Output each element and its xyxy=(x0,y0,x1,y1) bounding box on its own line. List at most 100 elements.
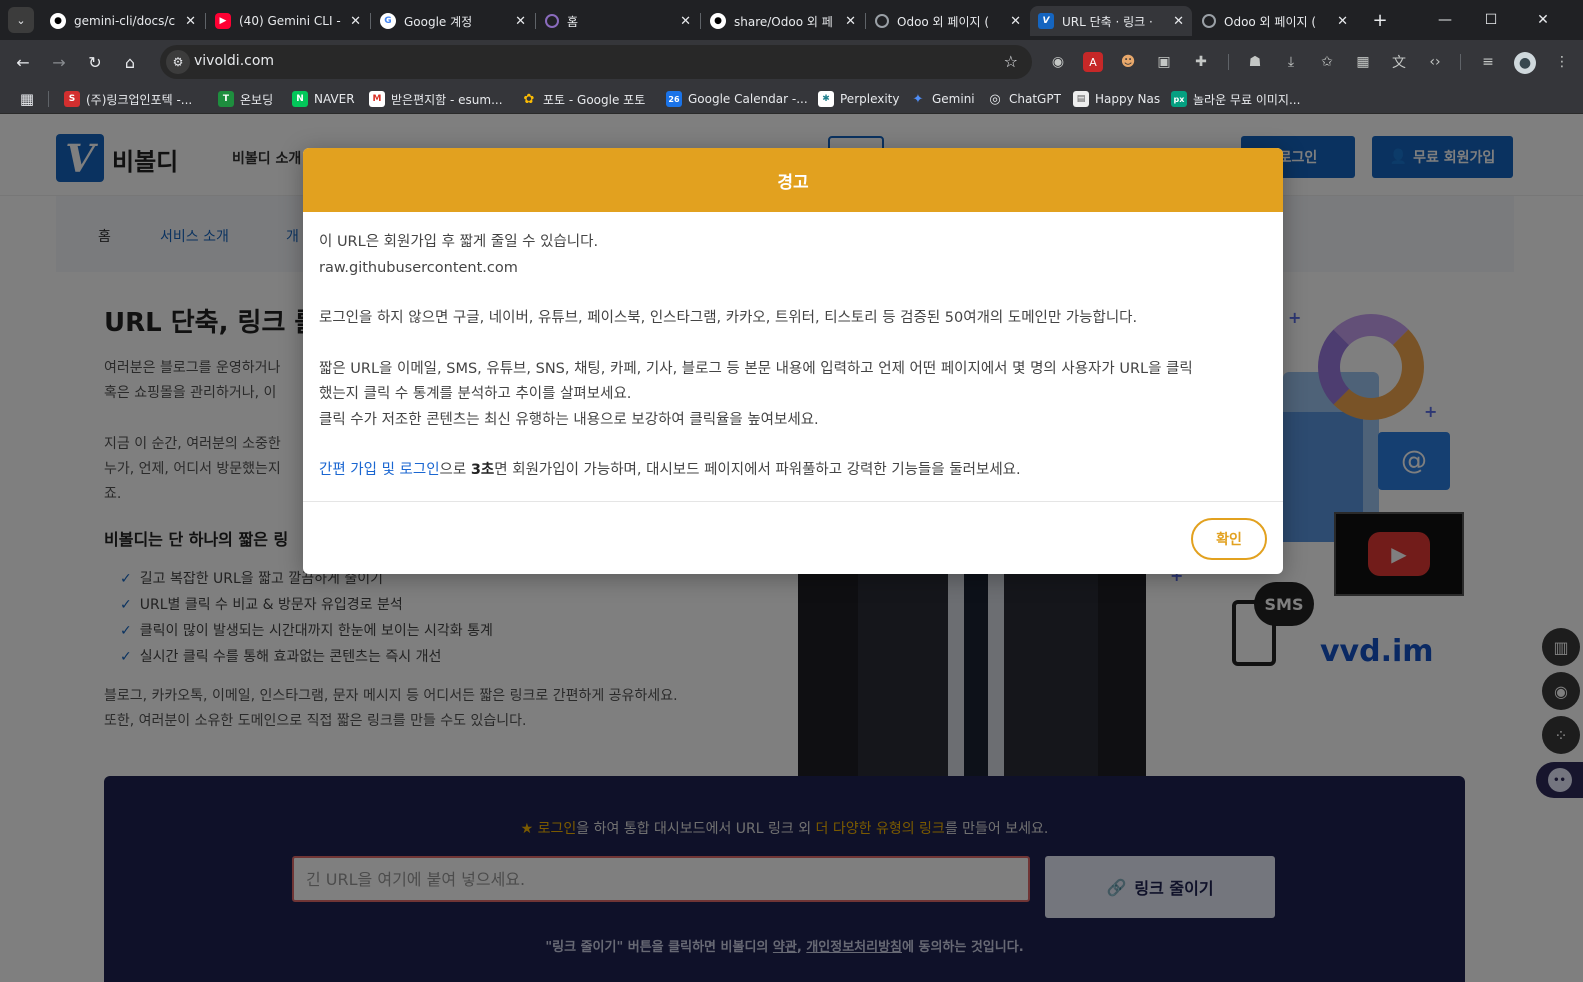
bookmark-label: 놀라운 무료 이미지... xyxy=(1193,92,1301,107)
camera-extension-icon[interactable]: ◉ xyxy=(1048,52,1068,72)
tab-title: share/Odoo 외 페 xyxy=(734,14,833,29)
bookmark-gemini[interactable]: ✦ Gemini xyxy=(910,90,975,108)
bookmark-naver[interactable]: N NAVER xyxy=(292,90,355,108)
bookmark-linkup[interactable]: S (주)링크업인포텍 -... xyxy=(64,90,192,108)
modal-bold: 3초 xyxy=(470,462,495,478)
circle-icon xyxy=(545,14,559,28)
tab-search-icon[interactable]: ⌄ xyxy=(8,7,34,33)
bookmark-google-photos[interactable]: ✿ 포토 - Google 포토 xyxy=(521,90,646,108)
modal-line: 로그인을 하지 않으면 구글, 네이버, 유튜브, 페이스북, 인스타그램, 카… xyxy=(319,310,1138,326)
tab-2[interactable]: ▶ (40) Gemini CLI - ✕ xyxy=(207,6,369,36)
qr-code-icon[interactable]: ▦ xyxy=(1353,52,1373,72)
tab-6[interactable]: Odoo 외 페이지 ( ✕ xyxy=(867,6,1029,36)
tab-separator xyxy=(370,13,371,29)
bookmark-chatgpt[interactable]: ◎ ChatGPT xyxy=(987,90,1061,108)
bookmark-onboarding[interactable]: T 온보딩 xyxy=(218,90,273,108)
page-viewport: V 비볼디 비볼디 소개 로그인 👤 무료 회원가입 홈 서비스 소개 개 UR… xyxy=(0,114,1583,982)
record-extension-icon[interactable]: ▣ xyxy=(1154,52,1174,72)
extensions-puzzle-icon[interactable]: ✚ xyxy=(1191,52,1211,72)
bookmark-star-icon[interactable]: ☆ xyxy=(1004,52,1018,71)
bookmark-label: Google Calendar -... xyxy=(688,92,808,106)
photos-icon: ✿ xyxy=(523,91,535,107)
bookmark-label: ChatGPT xyxy=(1009,92,1061,106)
pexels-icon: px xyxy=(1171,91,1187,107)
tab-3[interactable]: G Google 계정 ✕ xyxy=(372,6,534,36)
reading-list-icon[interactable]: ≡ xyxy=(1478,52,1498,72)
tab-7-active[interactable]: V URL 단축 · 링크 · ✕ xyxy=(1030,6,1192,36)
gemini-icon: ✦ xyxy=(912,91,924,107)
naver-icon: N xyxy=(292,91,308,107)
code-icon[interactable]: ‹› xyxy=(1425,52,1445,72)
tab-title: (40) Gemini CLI - xyxy=(239,14,341,28)
bookmark-google-calendar[interactable]: 26 Google Calendar -... xyxy=(666,90,808,108)
vivoldi-icon: V xyxy=(1038,13,1054,29)
bookmark-label: Gemini xyxy=(932,92,975,106)
pdf-extension-icon[interactable]: A xyxy=(1083,52,1103,72)
close-icon[interactable]: ✕ xyxy=(1337,14,1348,29)
home-icon[interactable]: ⌂ xyxy=(116,48,144,76)
profile-avatar[interactable]: ● xyxy=(1514,52,1536,74)
tab-1[interactable]: ● gemini-cli/docs/c ✕ xyxy=(42,6,204,36)
new-tab-button[interactable]: + xyxy=(1368,8,1392,32)
back-icon[interactable]: ← xyxy=(9,48,37,76)
bookmark-label: NAVER xyxy=(314,92,355,106)
youtube-icon: ▶ xyxy=(215,13,231,29)
perplexity-icon: ✱ xyxy=(818,91,834,107)
incognito-icon[interactable]: ☗ xyxy=(1245,52,1265,72)
nas-icon: ▤ xyxy=(1073,91,1089,107)
tab-separator xyxy=(700,13,701,29)
tab-title: URL 단축 · 링크 · xyxy=(1062,14,1153,29)
modal-line: 했는지 클릭 수 통계를 분석하고 추이를 살펴보세요. xyxy=(319,386,632,402)
bookmark-inbox[interactable]: M 받은편지함 - esum... xyxy=(369,90,503,108)
browser-toolbar: ← → ↻ ⌂ ⚙ vivoldi.com ☆ ◉ A ☻ ▣ ✚ ☗ ⤓ ✩ … xyxy=(0,40,1583,84)
close-icon[interactable]: ✕ xyxy=(1010,14,1021,29)
translate-icon[interactable]: 文 xyxy=(1389,52,1409,72)
apps-grid-icon[interactable]: ▦ xyxy=(18,90,36,108)
bookmark-separator xyxy=(48,91,49,107)
close-icon[interactable]: ✕ xyxy=(680,14,691,29)
tab-4[interactable]: 홈 ✕ xyxy=(537,6,699,36)
favorites-icon[interactable]: ✩ xyxy=(1317,52,1337,72)
modal-text: 으로 xyxy=(439,462,467,478)
tab-5[interactable]: ● share/Odoo 외 페 ✕ xyxy=(702,6,864,36)
bookmark-label: 받은편지함 - esum... xyxy=(391,92,503,107)
chatgpt-icon: ◎ xyxy=(989,91,1001,107)
modal-line: 이 URL은 회원가입 후 짧게 줄일 수 있습니다. xyxy=(319,234,599,250)
bookmark-label: (주)링크업인포텍 -... xyxy=(86,92,193,107)
forward-icon[interactable]: → xyxy=(45,48,73,76)
close-icon[interactable]: ✕ xyxy=(845,14,856,29)
modal-title: 경고 xyxy=(303,148,1283,212)
reload-icon[interactable]: ↻ xyxy=(81,48,109,76)
more-menu-icon[interactable]: ⋮ xyxy=(1552,52,1572,72)
download-icon[interactable]: ⤓ xyxy=(1281,52,1301,72)
toolbar-separator xyxy=(1460,54,1461,70)
window-close-button[interactable]: ✕ xyxy=(1520,4,1566,36)
avatar-extension-icon[interactable]: ☻ xyxy=(1118,52,1138,72)
close-icon[interactable]: ✕ xyxy=(350,14,361,29)
easy-signup-link[interactable]: 간편 가입 및 로그인 xyxy=(319,462,440,478)
bookmark-label: 포토 - Google 포토 xyxy=(543,92,646,107)
close-icon[interactable]: ✕ xyxy=(1173,14,1184,29)
close-icon[interactable]: ✕ xyxy=(515,14,526,29)
github-icon: ● xyxy=(710,13,726,29)
bookmark-label: 온보딩 xyxy=(240,92,274,107)
minimize-button[interactable]: — xyxy=(1422,4,1468,36)
bookmark-perplexity[interactable]: ✱ Perplexity xyxy=(818,90,900,108)
address-url[interactable]: vivoldi.com xyxy=(194,53,274,69)
address-bar[interactable]: ⚙ vivoldi.com ☆ xyxy=(160,45,1032,79)
tab-separator xyxy=(205,13,206,29)
tab-title: gemini-cli/docs/c xyxy=(74,14,176,28)
bookmark-happy-nas[interactable]: ▤ Happy Nas xyxy=(1073,90,1160,108)
close-icon[interactable]: ✕ xyxy=(185,14,196,29)
tab-8[interactable]: Odoo 외 페이지 ( ✕ xyxy=(1194,6,1356,36)
tab-title: Odoo 외 페이지 ( xyxy=(1224,14,1317,29)
modal-text: 면 회원가입이 가능하며, 대시보드 페이지에서 파워풀하고 강력한 기능들을 … xyxy=(494,462,1021,478)
modal-signup-line: 간편 가입 및 로그인으로 3초면 회원가입이 가능하며, 대시보드 페이지에서… xyxy=(319,458,1267,484)
tab-title: Odoo 외 페이지 ( xyxy=(897,14,990,29)
bookmark-pexels[interactable]: px 놀라운 무료 이미지... xyxy=(1171,90,1300,108)
globe-icon xyxy=(875,14,889,28)
site-info-icon[interactable]: ⚙ xyxy=(166,50,190,74)
confirm-button[interactable]: 확인 xyxy=(1191,518,1267,560)
maximize-button[interactable]: ☐ xyxy=(1468,4,1514,36)
bookmarks-bar: ▦ S (주)링크업인포텍 -... T 온보딩 N NAVER M 받은편지함… xyxy=(0,84,1583,114)
